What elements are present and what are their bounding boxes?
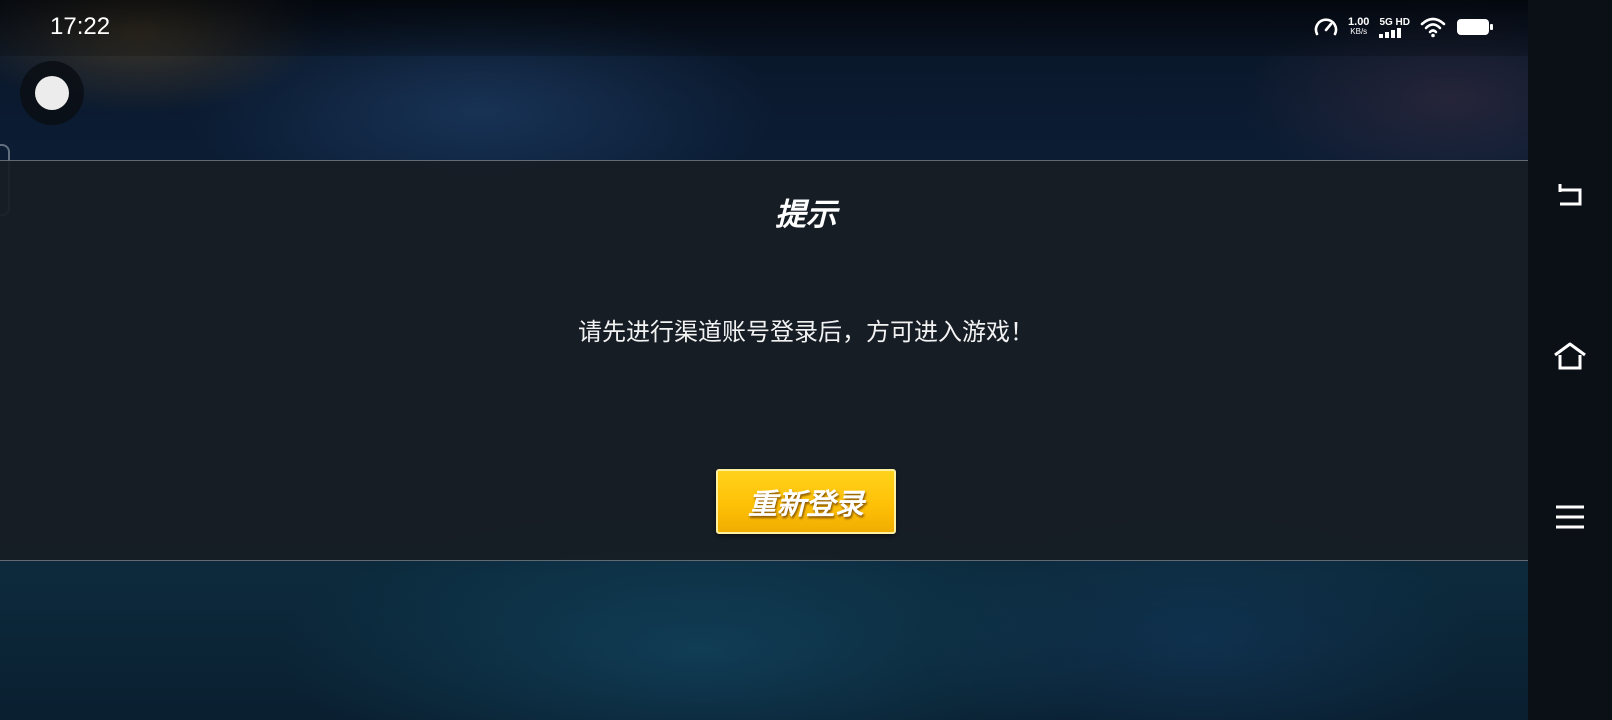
status-bar: 17:22 1.00 KB/s 5G HD: [0, 0, 1612, 56]
menu-icon: [1555, 504, 1585, 534]
relogin-button[interactable]: 重新登录: [716, 469, 896, 534]
status-icons: 1.00 KB/s 5G HD: [1314, 16, 1494, 38]
dialog-message: 请先进行渠道账号登录后，方可进入游戏！: [578, 318, 1034, 346]
dialog-title: 提示: [775, 197, 837, 233]
home-icon: [1552, 341, 1588, 375]
back-button[interactable]: [1554, 182, 1586, 214]
wifi-icon: [1420, 16, 1446, 38]
signal-bars-icon: [1379, 27, 1402, 38]
floating-assistant-button[interactable]: [20, 61, 84, 125]
login-prompt-dialog: 提示 请先进行渠道账号登录后，方可进入游戏！ 重新登录: [0, 160, 1528, 561]
network-type-label: 5G HD: [1379, 16, 1410, 28]
back-icon: [1554, 182, 1586, 214]
cellular-signal: 5G HD: [1379, 17, 1410, 38]
network-speed-unit: KB/s: [1350, 27, 1368, 36]
network-speed: 1.00 KB/s: [1348, 17, 1369, 37]
relogin-button-label: 重新登录: [747, 486, 864, 521]
menu-button[interactable]: [1554, 503, 1586, 535]
status-time: 17:22: [50, 13, 111, 40]
home-button[interactable]: [1554, 342, 1586, 374]
network-speed-value: 1.00: [1348, 16, 1370, 28]
battery-icon: [1456, 17, 1494, 37]
floating-ball-dot: [35, 76, 69, 110]
speedometer-icon: [1314, 16, 1338, 38]
